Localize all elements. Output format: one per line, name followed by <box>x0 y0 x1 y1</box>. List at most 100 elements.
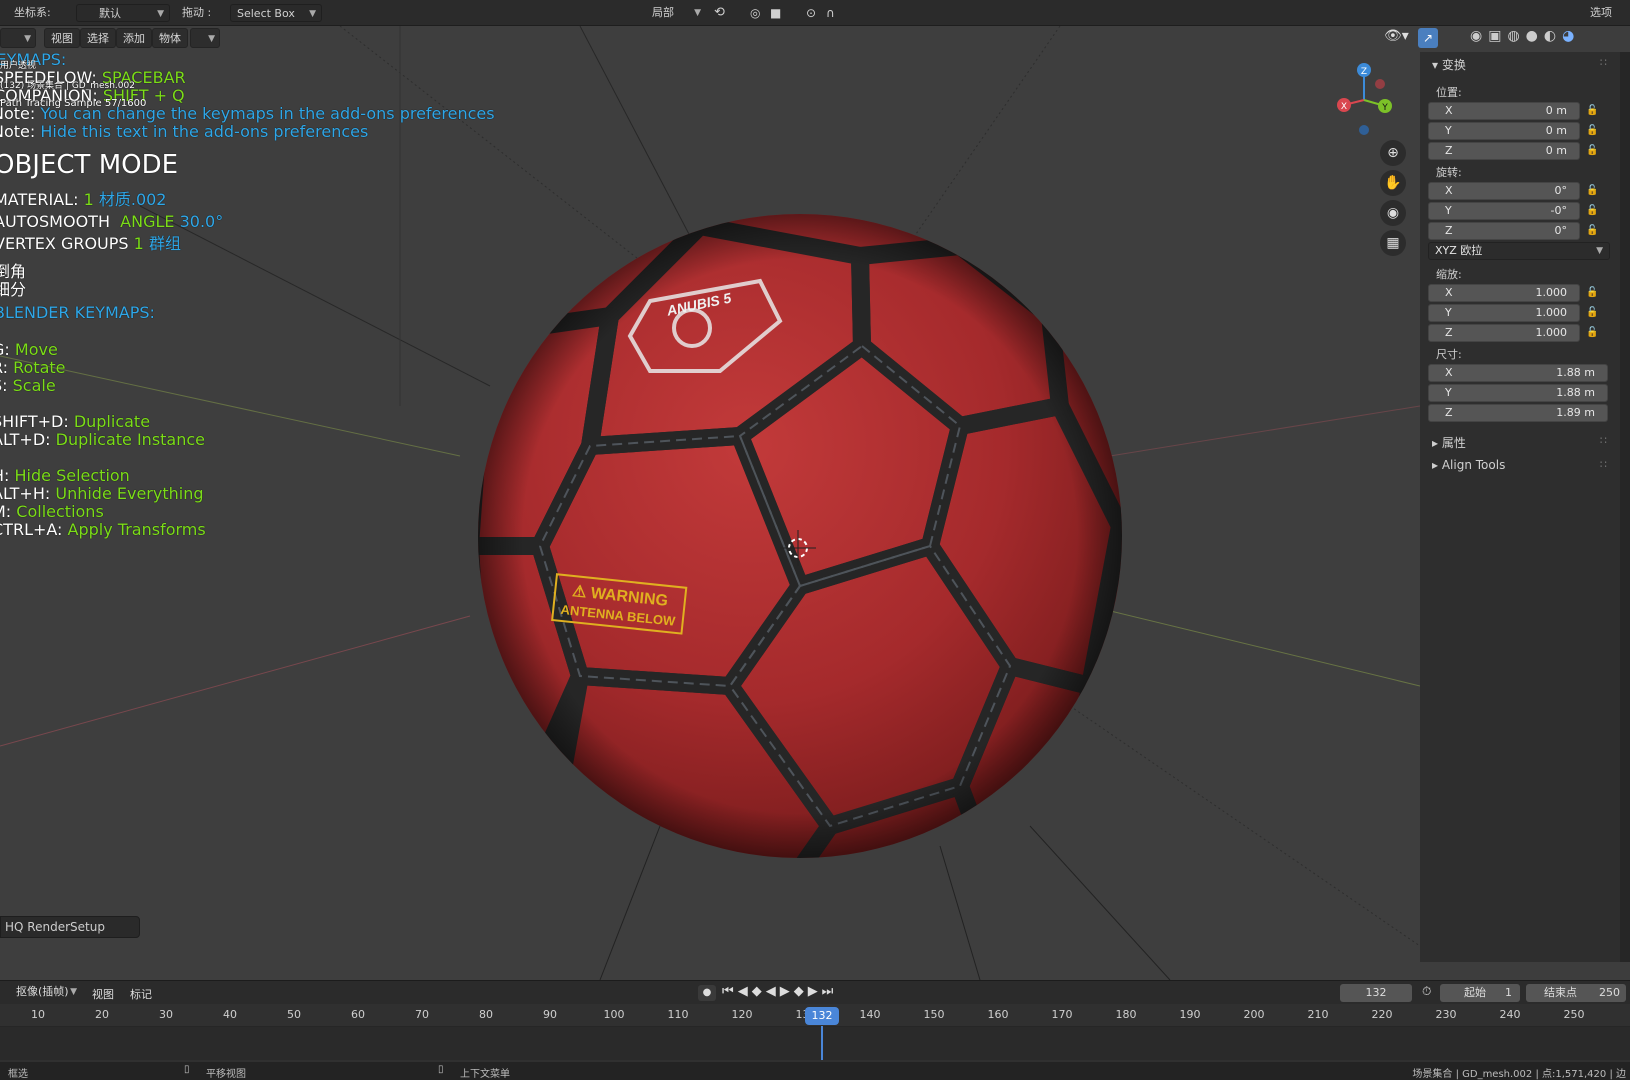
scale-y-field[interactable]: Y 1.000 <box>1428 304 1580 322</box>
timeline-view-menu[interactable]: 视图 <box>92 986 114 1002</box>
location-z-field[interactable]: Z 0 m <box>1428 142 1580 160</box>
coord-system-dropdown[interactable]: 默认 ▼ <box>76 4 170 22</box>
transform-header[interactable]: ▾ 变换 <box>1432 56 1466 73</box>
note-label: Note: <box>0 104 36 123</box>
timeline-marker-menu[interactable]: 标记 <box>130 986 152 1002</box>
pivot-dropdown[interactable]: 局部 ▼ <box>630 4 706 22</box>
location-x-field[interactable]: X 0 m <box>1428 102 1580 120</box>
options-menu[interactable]: 选项 <box>1590 4 1612 22</box>
timeline-tick-label: 180 <box>1115 1008 1137 1021</box>
keymap-key: S: <box>0 376 8 395</box>
pivot-value: 局部 <box>652 6 674 19</box>
lock-icon[interactable]: 🔓 <box>1586 307 1600 319</box>
mode-toggle-icon[interactable]: ▼ <box>190 28 220 48</box>
rendered-icon[interactable]: ◕ <box>1562 28 1580 44</box>
keymap-action: Apply Transforms <box>67 520 206 539</box>
timeline-tick-label: 10 <box>31 1008 45 1021</box>
blender-keymaps-title: BLENDER KEYMAPS: <box>0 303 155 322</box>
menu-add[interactable]: 添加 <box>116 28 152 48</box>
timeline-tick-label: 200 <box>1243 1008 1265 1021</box>
lock-icon[interactable]: 🔓 <box>1586 145 1600 157</box>
playback-dropdown[interactable]: 抠像(插帧) ▼ <box>2 983 82 1001</box>
mouse-icon: ▯ <box>438 1064 444 1075</box>
pan-hand-icon[interactable]: ✋ <box>1380 170 1406 196</box>
menu-select[interactable]: 选择 <box>80 28 116 48</box>
dimensions-y-field[interactable]: Y 1.88 m <box>1428 384 1608 402</box>
lock-icon[interactable]: 🔓 <box>1586 327 1600 339</box>
falloff-curve-icon[interactable]: ∩ <box>826 4 835 22</box>
scale-x-field[interactable]: X 1.000 <box>1428 284 1580 302</box>
playhead[interactable]: 132 <box>805 1007 839 1025</box>
dimensions-x-field[interactable]: X 1.88 m <box>1428 364 1608 382</box>
dimensions-z-field[interactable]: Z 1.89 m <box>1428 404 1608 422</box>
solid-icon[interactable]: ● <box>1526 28 1544 44</box>
field-value: 0 m <box>1545 144 1567 157</box>
shading-buttons[interactable]: ◉▣◍●◐◕ <box>1470 28 1580 50</box>
lock-icon[interactable]: 🔓 <box>1586 185 1600 197</box>
subdivision-modifier: 细分 <box>0 280 27 299</box>
drag-handle-icon[interactable]: ∷ <box>1600 434 1607 447</box>
visibility-icon[interactable]: 👁▾ <box>1384 28 1420 48</box>
camera-icon[interactable]: ◉ <box>1380 200 1406 226</box>
align-tools-header[interactable]: ▸ Align Tools <box>1432 458 1505 472</box>
properties-title: 属性 <box>1441 436 1466 450</box>
properties-header[interactable]: ▸ 属性 <box>1432 434 1466 451</box>
rotation-mode-dropdown[interactable]: XYZ 欧拉 ▼ <box>1428 242 1610 260</box>
drag-handle-icon[interactable]: ∷ <box>1600 56 1607 69</box>
zoom-icon[interactable]: ⊕ <box>1380 140 1406 166</box>
keymap-key: ALT+H: <box>0 484 51 503</box>
note-line-1: Note: You can change the keymaps in the … <box>0 104 495 123</box>
menu-view[interactable]: 视图 <box>44 28 80 48</box>
keymap-row: R: Rotate <box>0 358 66 377</box>
xray-icon[interactable]: ▣ <box>1488 28 1507 44</box>
menu-object[interactable]: 物体 <box>152 28 188 48</box>
playback-controls[interactable]: ⏮◀◆◀▶◆▶⏭ <box>722 984 837 999</box>
note-label: Note: <box>0 122 36 141</box>
gizmo-toggle-icon[interactable]: ↗ <box>1418 28 1438 48</box>
lock-icon[interactable]: 🔓 <box>1586 225 1600 237</box>
timeline-tick-label: 40 <box>223 1008 237 1021</box>
lock-icon[interactable]: 🔓 <box>1586 105 1600 117</box>
clock-icon[interactable]: ⏱ <box>1422 984 1431 999</box>
keymap-action: Collections <box>16 502 104 521</box>
note-line-2: Note: Hide this text in the add-ons pref… <box>0 122 368 141</box>
timeline-tick-label: 30 <box>159 1008 173 1021</box>
transform-title: 变换 <box>1441 58 1466 72</box>
keymap-action: Duplicate <box>73 412 151 431</box>
overlay-dot-icon[interactable]: ⊙ <box>806 4 816 22</box>
hq-render-setup-panel[interactable]: HQ RenderSetup <box>0 916 140 938</box>
overlay-icon[interactable]: ◉ <box>1470 28 1488 44</box>
location-y-field[interactable]: Y 0 m <box>1428 122 1580 140</box>
shading-color-icon[interactable]: ■ <box>770 4 781 22</box>
rotation-x-field[interactable]: X 0° <box>1428 182 1580 200</box>
lock-icon[interactable]: 🔓 <box>1586 125 1600 137</box>
scale-z-field[interactable]: Z 1.000 <box>1428 324 1580 342</box>
vertex-groups-name: 群组 <box>148 234 181 253</box>
drag-handle-icon[interactable]: ∷ <box>1600 458 1607 471</box>
keymap-action: Scale <box>12 376 56 395</box>
timeline-tick-label: 210 <box>1307 1008 1329 1021</box>
sidebar-tabs[interactable] <box>1620 52 1630 962</box>
3d-viewport[interactable]: ANUBIS 5 ⚠ WARNING ANTENNA BELOW Z X Y ⊕… <box>0 26 1438 980</box>
current-frame-field[interactable]: 132 <box>1340 984 1412 1002</box>
record-icon[interactable]: ● <box>698 985 716 1001</box>
lock-icon[interactable]: 🔓 <box>1586 205 1600 217</box>
material-preview-icon[interactable]: ◐ <box>1544 28 1562 44</box>
lock-icon[interactable]: 🔓 <box>1586 287 1600 299</box>
end-frame-field[interactable]: 结束点 250 <box>1526 984 1626 1002</box>
timeline-track[interactable]: 1020304050607080901001101201301401501601… <box>0 1004 1630 1062</box>
scale-label: 缩放: <box>1436 268 1462 281</box>
keymap-action: Move <box>14 340 58 359</box>
wireframe-icon[interactable]: ◍ <box>1507 28 1525 44</box>
material-name: 材质.002 <box>98 190 167 209</box>
editor-type-dropdown[interactable]: ▼ <box>0 28 36 48</box>
proportional-edit-icon[interactable]: ◎ <box>750 4 760 22</box>
snap-icon[interactable]: ⟲ <box>714 4 725 22</box>
start-frame-field[interactable]: 起始 1 <box>1440 984 1520 1002</box>
rotation-y-field[interactable]: Y -0° <box>1428 202 1580 220</box>
rotation-z-field[interactable]: Z 0° <box>1428 222 1580 240</box>
grid-y-axis-line <box>1089 605 1420 687</box>
perspective-grid-icon[interactable]: ▦ <box>1380 230 1406 256</box>
timeline-channel[interactable] <box>0 1026 1630 1060</box>
drag-dropdown[interactable]: Select Box ▼ <box>230 4 322 22</box>
